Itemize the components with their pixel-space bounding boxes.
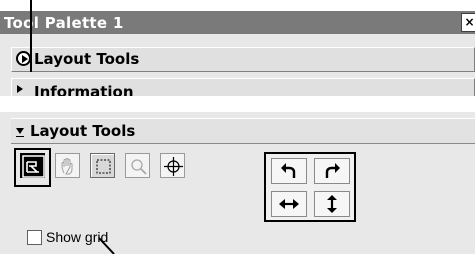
callout-diagonal-line bbox=[98, 237, 115, 254]
